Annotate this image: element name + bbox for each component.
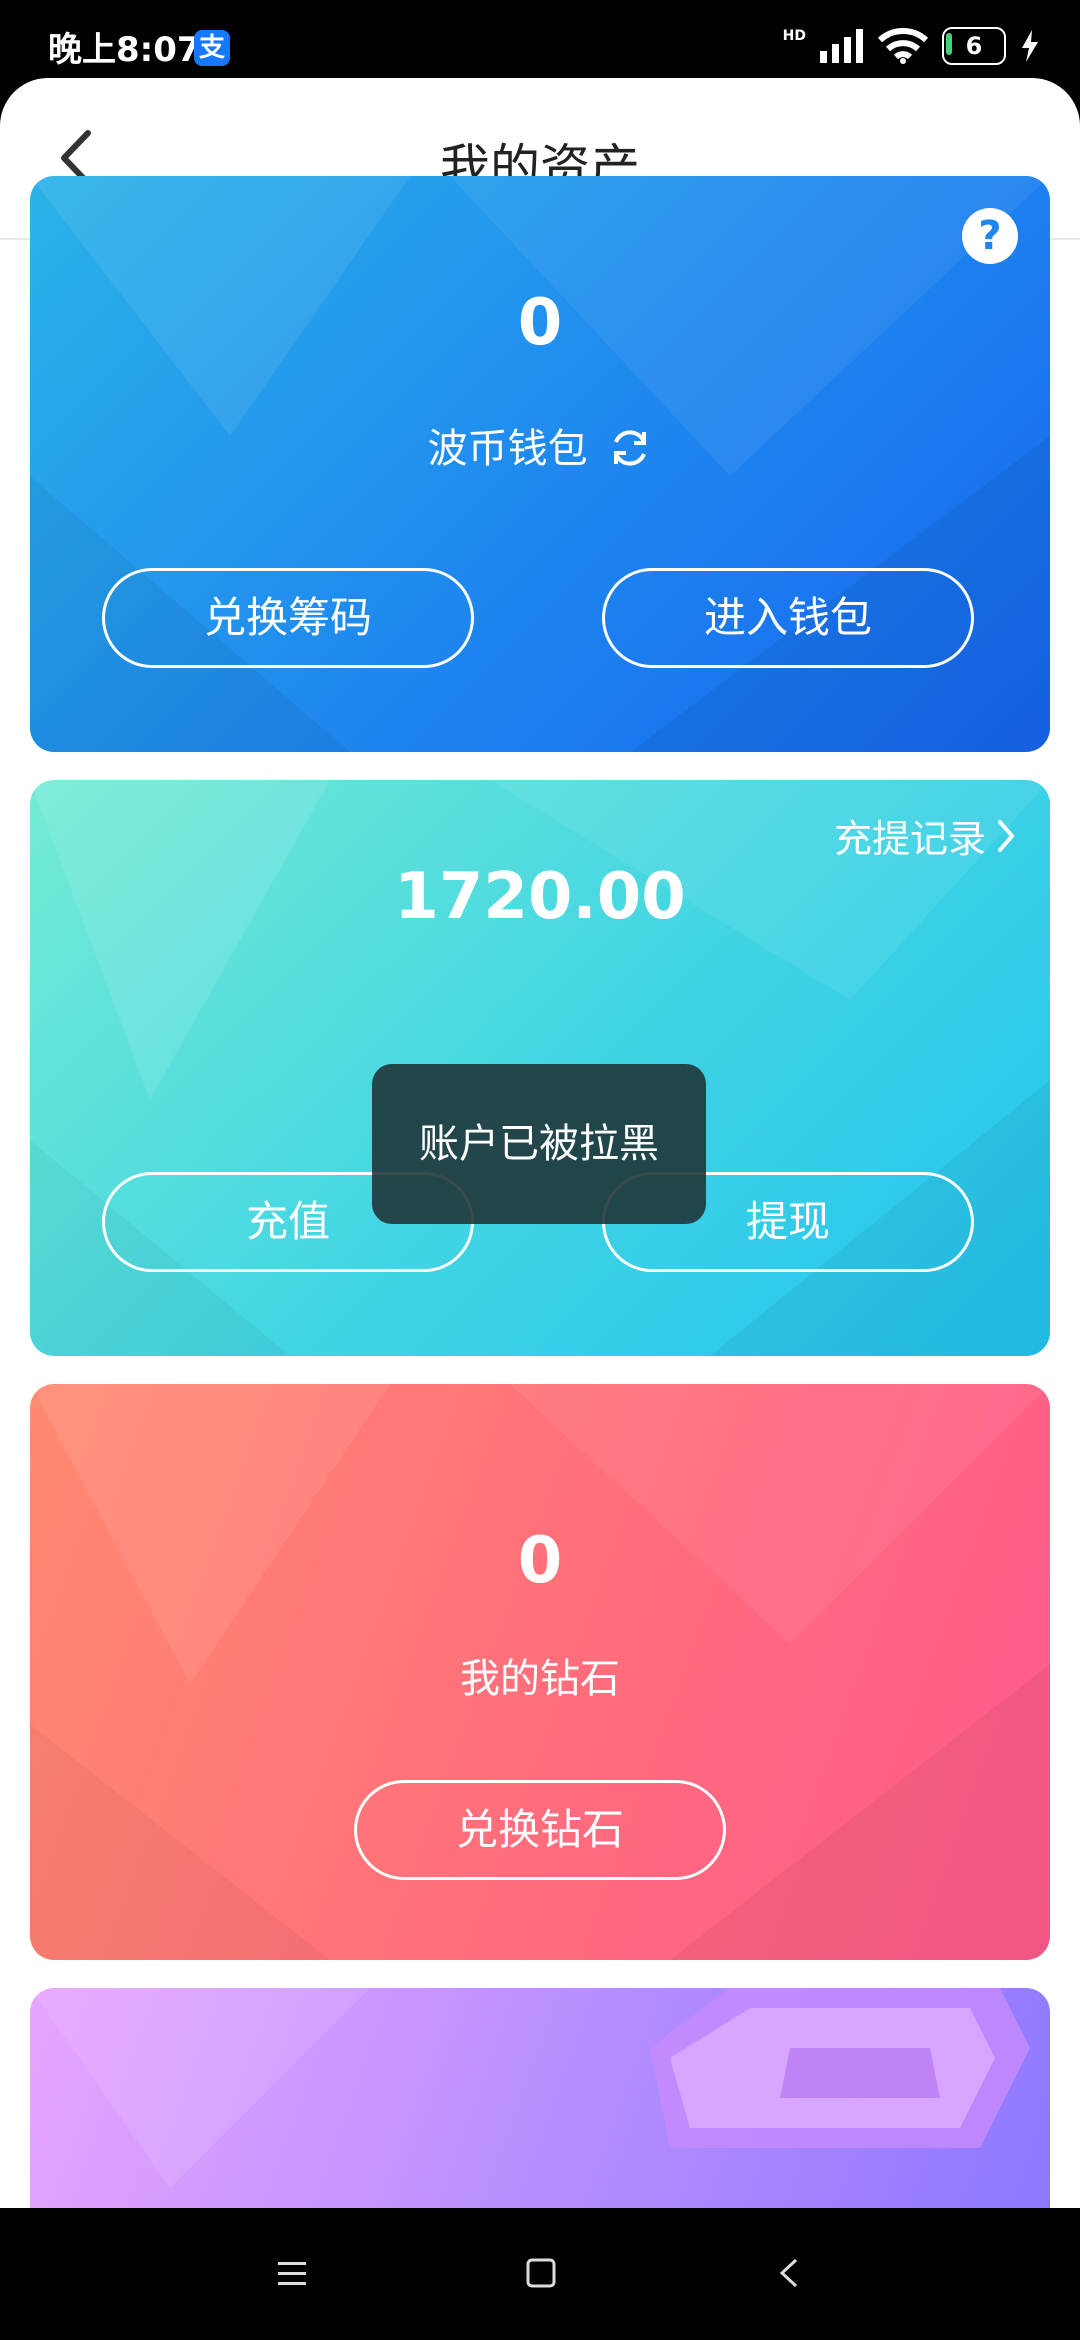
- exchange-diamonds-button[interactable]: 兑换钻石: [354, 1780, 726, 1880]
- refresh-icon[interactable]: [608, 426, 652, 470]
- wallet-card: ? 0 波币钱包 兑换筹码 进入钱包: [30, 176, 1050, 752]
- record-link-label: 充提记录: [833, 817, 986, 861]
- charging-icon: [1022, 30, 1038, 62]
- home-icon[interactable]: [510, 2248, 570, 2298]
- wifi-icon: [878, 28, 928, 64]
- battery-level: 6: [965, 32, 983, 60]
- status-icons: HD 6: [783, 26, 1040, 66]
- status-time: 晚上8:07: [48, 30, 201, 70]
- menu-icon[interactable]: [262, 2248, 322, 2298]
- toast-message: 账户已被拉黑: [372, 1064, 706, 1224]
- status-bar: 晚上8:07 支 HD 6: [0, 0, 1080, 80]
- alipay-notification-icon: 支: [194, 30, 230, 66]
- diamond-amount: 0: [517, 1524, 563, 1598]
- wallet-amount: 0: [517, 286, 563, 360]
- enter-wallet-button[interactable]: 进入钱包: [602, 568, 974, 668]
- diamond-label: 我的钻石: [460, 1656, 620, 1702]
- chevron-right-icon: [998, 819, 1015, 852]
- back-icon[interactable]: [760, 2248, 820, 2298]
- help-icon[interactable]: ?: [962, 208, 1018, 264]
- exchange-chips-button[interactable]: 兑换筹码: [102, 568, 474, 668]
- hd-indicator: HD: [782, 28, 806, 44]
- diamond-card: 0 我的钻石 兑换钻石: [30, 1384, 1050, 1960]
- system-nav-bar: [0, 2208, 1080, 2340]
- wallet-label: 波币钱包: [427, 426, 588, 472]
- balance-amount: 1720.00: [394, 860, 686, 934]
- deposit-withdraw-history-link[interactable]: 充提记录: [834, 808, 1016, 863]
- signal-icon: [820, 29, 863, 63]
- wallet-label-row: 波币钱包: [30, 416, 1050, 474]
- battery-icon: 6: [942, 27, 1006, 65]
